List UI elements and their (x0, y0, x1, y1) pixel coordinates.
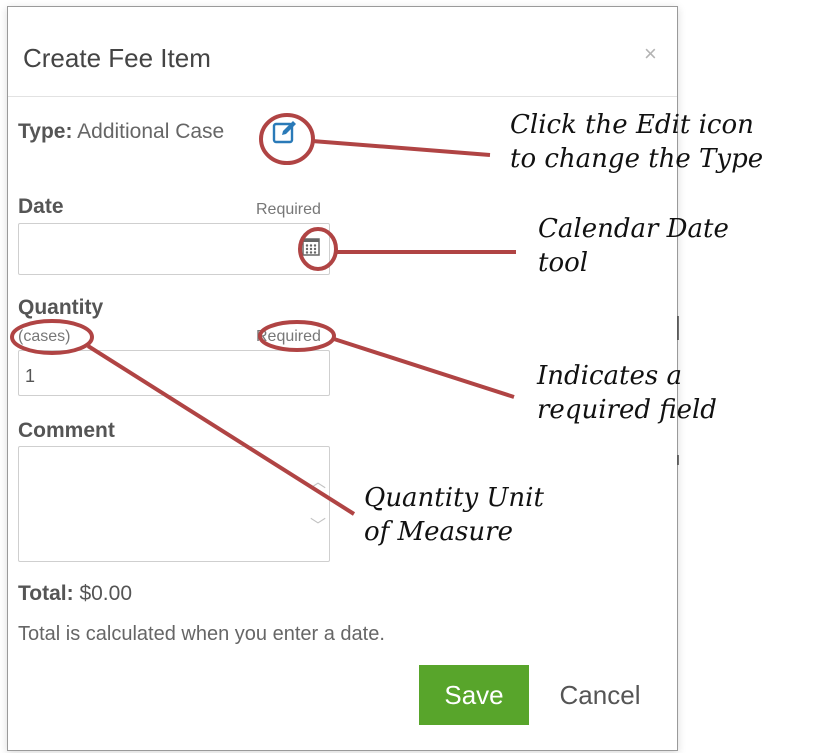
scroll-down-icon[interactable]: ﹀ (310, 512, 326, 536)
edit-callout-line2: to change the Type (510, 144, 764, 175)
quantity-required-label: Required (256, 328, 321, 345)
dialog-header: Create Fee Item × (8, 7, 677, 97)
quantity-label: Quantity (18, 296, 104, 319)
comment-label: Comment (18, 419, 115, 442)
close-icon[interactable]: × (644, 41, 657, 67)
scroll-up-icon[interactable]: ︿ (310, 468, 326, 492)
edit-callout-line1: Click the Edit icon (510, 110, 754, 140)
total-note: Total is calculated when you enter a dat… (18, 623, 385, 645)
type-label: Type: (18, 120, 73, 143)
calendar-icon[interactable] (302, 238, 320, 256)
total-value: $0.00 (79, 582, 133, 605)
total-row: Total: $0.00 (18, 582, 132, 606)
date-input[interactable] (18, 223, 330, 275)
cancel-button[interactable]: Cancel (545, 665, 655, 725)
quantity-value: 1 (25, 366, 36, 386)
calendar-callout-line2: tool (538, 248, 589, 279)
comment-textarea[interactable] (18, 446, 330, 562)
required-callout-line1: Indicates a (537, 361, 682, 391)
date-required-label: Required (256, 201, 321, 218)
unit-callout-line2: of Measure (364, 517, 513, 548)
date-label: Date (18, 195, 64, 218)
save-button[interactable]: Save (419, 665, 529, 725)
type-row: Type: Additional Case (18, 120, 224, 144)
edit-callout-text: Click the Edit icon to change the Type (510, 108, 763, 177)
quantity-unit: (cases) (18, 328, 71, 345)
total-label: Total: (18, 582, 74, 605)
dialog-title: Create Fee Item (23, 43, 211, 73)
calendar-callout-line1: Calendar Date (538, 214, 729, 244)
calendar-callout-text: Calendar Date tool (538, 212, 729, 281)
quantity-input[interactable] (18, 350, 330, 396)
unit-callout-text: Quantity Unit of Measure (364, 481, 544, 550)
unit-callout-line1: Quantity Unit (364, 483, 544, 513)
required-callout-line2: required field (537, 395, 717, 426)
edit-icon[interactable] (272, 119, 298, 145)
type-value: Additional Case (77, 120, 225, 143)
required-callout-text: Indicates a required field (537, 359, 717, 428)
